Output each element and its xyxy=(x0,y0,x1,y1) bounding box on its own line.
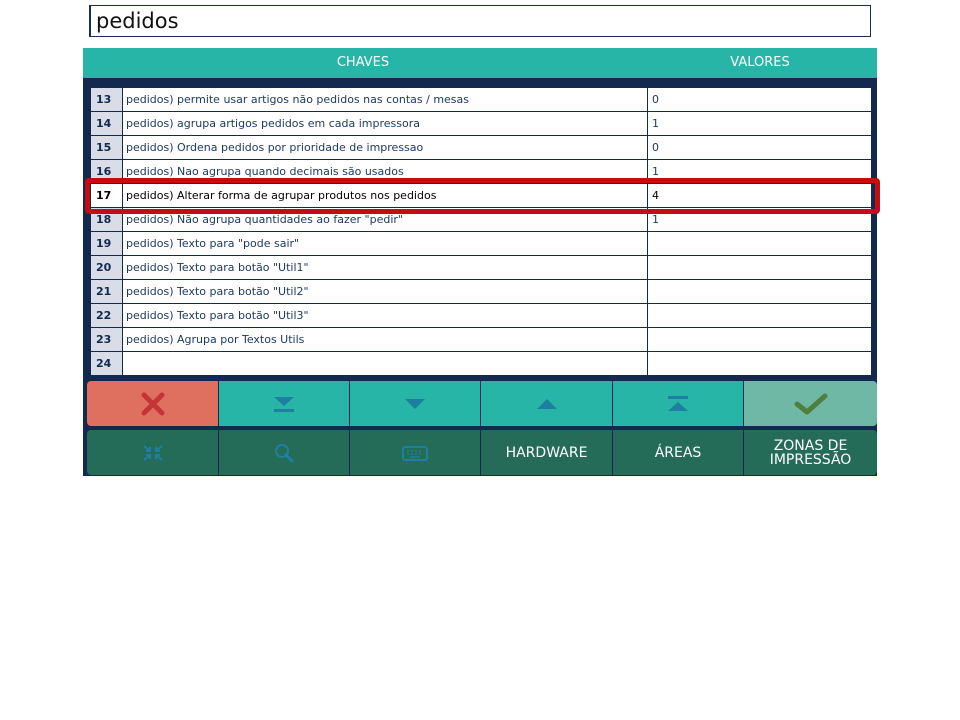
table-row[interactable]: 23 pedidos) Agrupa por Textos Utils xyxy=(91,328,871,351)
row-key: pedidos) Alterar forma de agrupar produt… xyxy=(124,184,648,207)
close-icon xyxy=(141,392,164,415)
hardware-button[interactable]: HARDWARE xyxy=(481,430,613,475)
chevron-double-up-icon xyxy=(668,395,688,411)
row-number: 24 xyxy=(91,352,123,375)
keyboard-icon xyxy=(402,445,428,461)
triangle-down-icon xyxy=(405,398,425,409)
table-row[interactable]: 16 pedidos) Nao agrupa quando decimais s… xyxy=(91,160,871,183)
row-number: 19 xyxy=(91,232,123,255)
row-number: 17 xyxy=(91,184,123,207)
row-number: 14 xyxy=(91,112,123,135)
row-key: pedidos) Agrupa por Textos Utils xyxy=(124,328,648,351)
table-row[interactable]: 20 pedidos) Texto para botão "Util1" xyxy=(91,256,871,279)
row-key: pedidos) Texto para botão "Util3" xyxy=(124,304,648,327)
table-header: CHAVES VALORES xyxy=(83,48,877,78)
bottom-toolbar: HARDWARE ÁREAS ZONAS DE IMPRESSÃO xyxy=(87,430,877,475)
row-key: pedidos) agrupa artigos pedidos em cada … xyxy=(124,112,648,135)
search-button[interactable] xyxy=(219,430,350,475)
search-icon xyxy=(275,443,294,462)
row-value[interactable] xyxy=(649,232,871,255)
row-number: 23 xyxy=(91,328,123,351)
check-icon xyxy=(794,393,827,414)
table-row[interactable]: 19 pedidos) Texto para "pode sair" xyxy=(91,232,871,255)
print-zones-button[interactable]: ZONAS DE IMPRESSÃO xyxy=(744,430,877,475)
navigation-bar xyxy=(87,381,877,426)
row-number: 22 xyxy=(91,304,123,327)
row-key xyxy=(124,352,648,375)
move-down-button[interactable] xyxy=(350,381,481,426)
row-number: 13 xyxy=(91,88,123,111)
collapse-icon xyxy=(142,444,163,461)
row-value[interactable]: 4 xyxy=(649,184,871,207)
move-to-first-button[interactable] xyxy=(613,381,744,426)
settings-panel: CHAVES VALORES 13 pedidos) permite usar … xyxy=(83,48,877,476)
row-key: pedidos) Texto para botão "Util2" xyxy=(124,280,648,303)
table-row-selected[interactable]: 17 pedidos) Alterar forma de agrupar pro… xyxy=(91,184,871,207)
row-value[interactable]: 1 xyxy=(649,112,871,135)
row-key: pedidos) Ordena pedidos por prioridade d… xyxy=(124,136,648,159)
row-number: 21 xyxy=(91,280,123,303)
keyboard-button[interactable] xyxy=(350,430,481,475)
row-key: pedidos) Nao agrupa quando decimais são … xyxy=(124,160,648,183)
row-value[interactable] xyxy=(649,352,871,375)
row-number: 16 xyxy=(91,160,123,183)
cancel-button[interactable] xyxy=(87,381,219,426)
table-row[interactable]: 18 pedidos) Não agrupa quantidades ao fa… xyxy=(91,208,871,231)
table-row[interactable]: 15 pedidos) Ordena pedidos por prioridad… xyxy=(91,136,871,159)
column-header-keys: CHAVES xyxy=(336,55,390,70)
triangle-up-icon xyxy=(536,398,557,409)
row-number: 15 xyxy=(91,136,123,159)
move-to-last-button[interactable] xyxy=(219,381,350,426)
table-row[interactable]: 21 pedidos) Texto para botão "Util2" xyxy=(91,280,871,303)
areas-button[interactable]: ÁREAS xyxy=(613,430,744,475)
row-key: pedidos) permite usar artigos não pedido… xyxy=(124,88,648,111)
settings-table: 13 pedidos) permite usar artigos não ped… xyxy=(91,88,871,421)
confirm-button[interactable] xyxy=(744,381,877,426)
row-value[interactable] xyxy=(649,328,871,351)
column-header-values: VALORES xyxy=(730,55,790,70)
chevron-double-down-icon xyxy=(274,396,294,412)
row-value[interactable]: 0 xyxy=(649,136,871,159)
move-up-button[interactable] xyxy=(481,381,613,426)
search-input[interactable] xyxy=(89,5,871,37)
table-row[interactable]: 14 pedidos) agrupa artigos pedidos em ca… xyxy=(91,112,871,135)
row-value[interactable]: 1 xyxy=(649,208,871,231)
row-key: pedidos) Não agrupa quantidades ao fazer… xyxy=(124,208,648,231)
table-row[interactable]: 22 pedidos) Texto para botão "Util3" xyxy=(91,304,871,327)
row-value[interactable]: 0 xyxy=(649,88,871,111)
row-value[interactable]: 1 xyxy=(649,160,871,183)
row-key: pedidos) Texto para "pode sair" xyxy=(124,232,648,255)
row-value[interactable] xyxy=(649,304,871,327)
search-input-edge xyxy=(89,5,91,37)
table-row[interactable]: 24 xyxy=(91,352,871,375)
collapse-button[interactable] xyxy=(87,430,219,475)
row-number: 20 xyxy=(91,256,123,279)
row-number: 18 xyxy=(91,208,123,231)
row-key: pedidos) Texto para botão "Util1" xyxy=(124,256,648,279)
table-row[interactable]: 13 pedidos) permite usar artigos não ped… xyxy=(91,88,871,111)
row-value[interactable] xyxy=(649,256,871,279)
row-value[interactable] xyxy=(649,280,871,303)
